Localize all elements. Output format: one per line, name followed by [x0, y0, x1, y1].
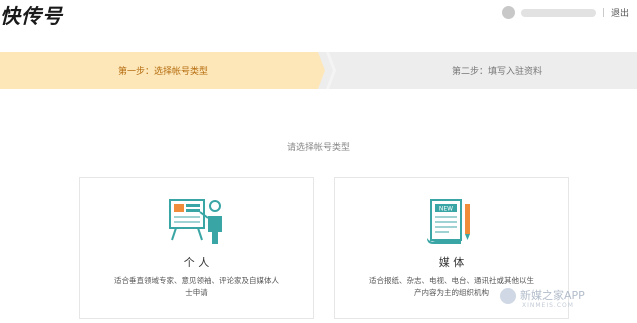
account-type-prompt: 请选择帐号类型: [286, 143, 350, 153]
logout-link[interactable]: 退出: [611, 6, 629, 19]
header-separator: |: [601, 7, 605, 18]
svg-text:NEW: NEW: [439, 206, 453, 213]
app-logo[interactable]: 快传号: [0, 0, 63, 29]
watermark-subtext: XINMEIS.COM: [522, 302, 574, 309]
watermark: 新媒之家APP XINMEIS.COM: [500, 286, 637, 312]
card-title: 个 人: [183, 256, 210, 269]
card-description: 适合垂直领域专家、意见领袖、评论家及自媒体人士申请: [114, 276, 279, 297]
user-menu: | 退出: [501, 6, 629, 19]
card-title: 媒 体: [438, 256, 465, 269]
step-1-active: 第一步：选择帐号类型: [0, 52, 325, 89]
step-1-label: 第一步：选择帐号类型: [118, 67, 209, 77]
top-header: 快传号 | 退出: [0, 0, 637, 32]
presenter-board-icon: [169, 199, 222, 244]
watermark-badge-icon: [500, 288, 516, 304]
watermark-text: 新媒之家APP: [520, 289, 585, 302]
username-obscured: [520, 8, 596, 17]
step-divider-arrow: [326, 52, 336, 89]
account-type-card-individual[interactable]: 个 人 适合垂直领域专家、意见领袖、评论家及自媒体人士申请: [79, 177, 314, 319]
step-2-label: 第二步：填写入驻资料: [452, 67, 543, 77]
avatar[interactable]: [501, 6, 515, 19]
newspaper-icon: NEW: [427, 199, 470, 244]
